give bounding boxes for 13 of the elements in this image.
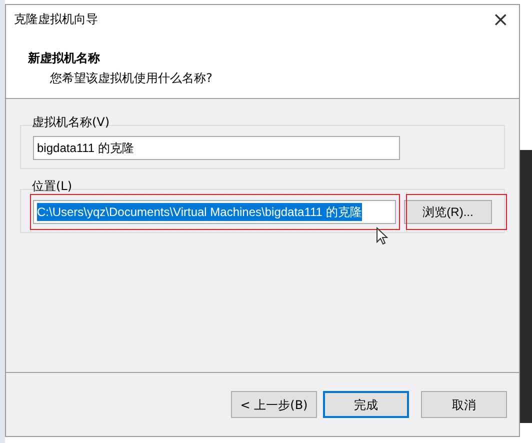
mouse-pointer-icon bbox=[376, 227, 388, 245]
dialog-button[interactable]: 取消 bbox=[421, 391, 507, 418]
field-label: 位置(L) bbox=[32, 178, 72, 195]
field-label: 虚拟机名称(V) bbox=[32, 114, 110, 131]
close-button[interactable]: × bbox=[492, 9, 509, 29]
page-heading: 新虚拟机名称 bbox=[28, 50, 101, 67]
text-field[interactable]: bigdata111 的克隆 bbox=[33, 136, 400, 160]
dialog-button[interactable]: 完成 bbox=[323, 391, 409, 418]
window-title: 克隆虚拟机向导 bbox=[14, 11, 98, 28]
page-subtitle: 您希望该虚拟机使用什么名称? bbox=[49, 70, 214, 87]
dialog-button[interactable]: < 上一步(B) bbox=[231, 391, 317, 418]
browse-button[interactable]: 浏览(R)... bbox=[404, 200, 492, 224]
text-field[interactable]: C:\Users\yqz\Documents\Virtual Machines\bigdata111 的克隆 bbox=[33, 200, 396, 224]
